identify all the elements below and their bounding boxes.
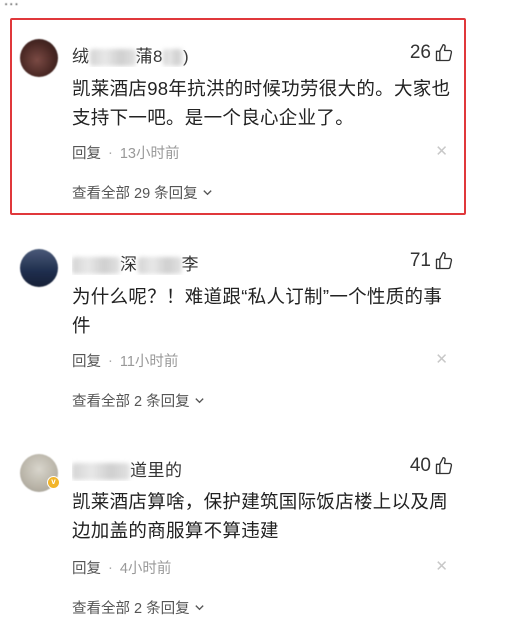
clipped-fragment: ... bbox=[4, 0, 20, 8]
chevron-down-icon bbox=[194, 605, 204, 611]
username-end: ) bbox=[182, 47, 190, 66]
view-all-label: 查看全部 2 条回复 bbox=[72, 601, 190, 617]
like-button[interactable]: 71 bbox=[410, 250, 454, 272]
redacted-name bbox=[89, 49, 136, 67]
comment-item: v 道里的 40 凯莱酒店算啥，保护建筑国际饭店楼上以及周边加盖的商服算不算违建… bbox=[0, 440, 526, 630]
chevron-down-icon bbox=[194, 398, 204, 404]
username[interactable]: 深李 bbox=[72, 250, 202, 275]
redacted-name bbox=[162, 49, 183, 67]
like-button[interactable]: 26 bbox=[410, 42, 454, 64]
timestamp: 13小时前 bbox=[119, 146, 180, 162]
like-count: 71 bbox=[409, 250, 431, 271]
redacted-name bbox=[137, 257, 182, 275]
like-count: 40 bbox=[409, 455, 431, 476]
timestamp: 4小时前 bbox=[119, 561, 172, 577]
username-start: 绒 bbox=[72, 47, 90, 66]
like-button[interactable]: 40 bbox=[410, 455, 454, 477]
comment-meta: 回复 · 13小时前 bbox=[72, 142, 179, 163]
thumbs-up-icon bbox=[435, 44, 453, 62]
top-clipped-text: ... bbox=[0, 0, 526, 8]
view-all-replies-button[interactable]: 查看全部 2 条回复 bbox=[72, 597, 205, 618]
reply-button[interactable]: 回复 bbox=[72, 142, 101, 163]
reply-button[interactable]: 回复 bbox=[72, 350, 101, 371]
thumbs-up-icon bbox=[435, 252, 453, 270]
view-all-label: 查看全部 2 条回复 bbox=[72, 394, 190, 410]
view-all-label: 查看全部 29 条回复 bbox=[72, 186, 198, 202]
separator-dot: · bbox=[108, 352, 113, 369]
comment-meta: 回复 · 4小时前 bbox=[72, 557, 171, 578]
thumbs-up-icon bbox=[435, 457, 453, 475]
username-mid: 深 bbox=[120, 255, 138, 274]
comment-item: 绒 蒲8) 26 凯莱酒店98年抗洪的时候功劳很大的。大家也支持下一吧。是一个良心… bbox=[0, 18, 526, 216]
username-mid: 蒲8 bbox=[135, 47, 163, 66]
username[interactable]: 绒 蒲8) bbox=[72, 42, 202, 67]
comment-meta: 回复 · 11小时前 bbox=[72, 350, 178, 371]
comment-text: 凯莱酒店98年抗洪的时候功劳很大的。大家也支持下一吧。是一个良心企业了。 bbox=[72, 78, 451, 128]
verified-badge-icon: v bbox=[47, 476, 60, 489]
redacted-name bbox=[72, 257, 120, 275]
close-icon[interactable]: ✕ bbox=[435, 350, 448, 368]
close-icon[interactable]: ✕ bbox=[435, 142, 448, 160]
comment-text: 为什么呢？！难道跟“私人订制”一个性质的事件 bbox=[72, 286, 443, 336]
separator-dot: · bbox=[108, 559, 113, 576]
close-icon[interactable]: ✕ bbox=[435, 557, 448, 575]
chevron-down-icon bbox=[203, 190, 212, 196]
username[interactable]: 道里的 bbox=[72, 456, 182, 481]
avatar[interactable] bbox=[20, 39, 58, 77]
reply-button[interactable]: 回复 bbox=[72, 557, 101, 578]
like-count: 26 bbox=[409, 42, 431, 63]
view-all-replies-button[interactable]: 查看全部 29 条回复 bbox=[72, 182, 213, 203]
username-end: 道里的 bbox=[130, 461, 182, 480]
avatar[interactable] bbox=[20, 249, 58, 287]
username-end: 李 bbox=[181, 255, 199, 274]
comment-text: 凯莱酒店算啥，保护建筑国际饭店楼上以及周边加盖的商服算不算违建 bbox=[72, 491, 449, 541]
comment-item: 深李 71 为什么呢？！难道跟“私人订制”一个性质的事件 回复 · 11小时前 … bbox=[0, 232, 526, 422]
separator-dot: · bbox=[108, 144, 113, 161]
timestamp: 11小时前 bbox=[119, 354, 179, 370]
view-all-replies-button[interactable]: 查看全部 2 条回复 bbox=[72, 390, 205, 411]
redacted-name bbox=[72, 463, 130, 481]
